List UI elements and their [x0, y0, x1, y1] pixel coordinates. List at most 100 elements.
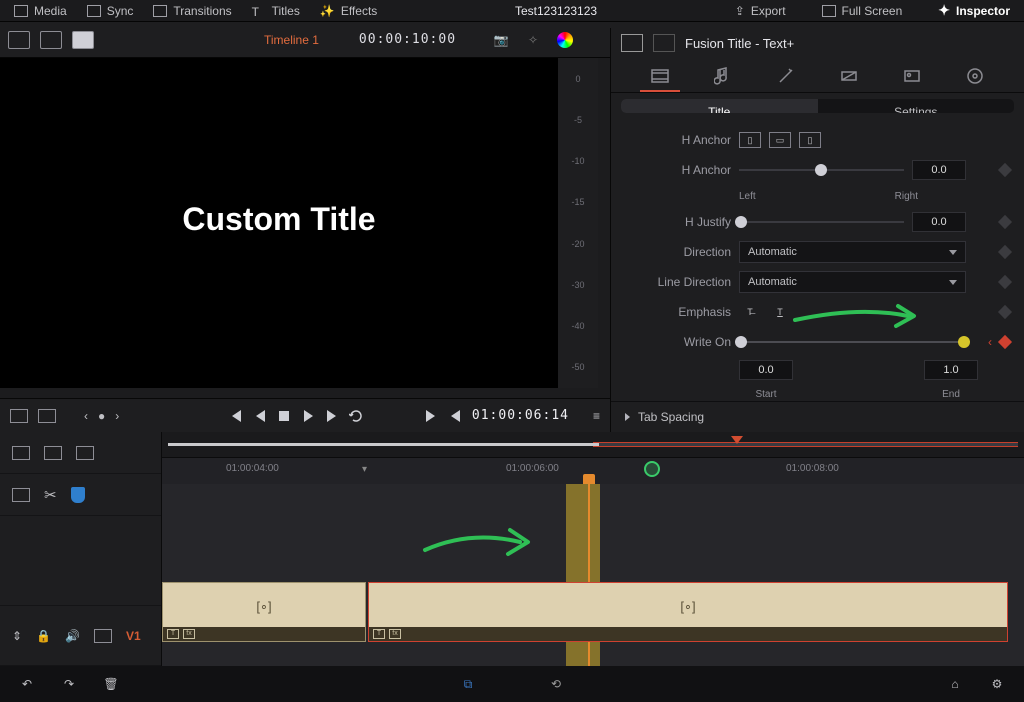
- tl-tool-c-icon[interactable]: [76, 446, 94, 460]
- tl-tool-a-icon[interactable]: [12, 446, 30, 460]
- inspector-properties: H Anchor ▯ ▭ ▯ H Anchor 0.0 Left Right H…: [611, 119, 1024, 401]
- menu-export[interactable]: ⇪Export: [725, 4, 796, 18]
- tl-tool-d-icon[interactable]: [12, 488, 30, 502]
- stop-icon[interactable]: [277, 409, 291, 423]
- audio-meter: 0-5-10-15-20-30-40-50: [558, 58, 598, 388]
- hanchor-right-option[interactable]: ▯: [799, 132, 821, 148]
- hjustify-value[interactable]: 0.0: [912, 212, 966, 232]
- tl-tool-b-icon[interactable]: [44, 446, 62, 460]
- hjustify-keyframe[interactable]: [998, 215, 1012, 229]
- timeline-name[interactable]: Timeline 1: [264, 33, 319, 47]
- direction-dropdown[interactable]: Automatic: [739, 241, 966, 263]
- writeon-start-value[interactable]: 0.0: [739, 360, 793, 380]
- play-icon[interactable]: [301, 409, 315, 423]
- menu-sync[interactable]: Sync: [77, 0, 144, 21]
- line-direction-dropdown[interactable]: Automatic: [739, 271, 966, 293]
- prev-clip-icon[interactable]: [448, 409, 462, 423]
- tab-image[interactable]: [892, 62, 932, 92]
- tab-audio[interactable]: [703, 62, 743, 92]
- undo-icon[interactable]: ↶: [18, 676, 36, 692]
- cut-page-icon[interactable]: ⧉: [459, 676, 477, 692]
- shield-icon[interactable]: [71, 487, 85, 503]
- menu-effects[interactable]: ✨Effects: [310, 0, 387, 21]
- tab-effects[interactable]: [766, 62, 806, 92]
- tool-2-icon[interactable]: [38, 409, 56, 423]
- scrub-strip[interactable]: [162, 432, 1024, 458]
- lock-icon[interactable]: 🔒: [36, 629, 51, 643]
- hanchor-center-option[interactable]: ▭: [769, 132, 791, 148]
- writeon-end-handle[interactable]: [958, 336, 970, 348]
- video-track-icon[interactable]: [94, 629, 112, 643]
- title-clip-1[interactable]: [∘] Tfx: [162, 582, 366, 642]
- hanchor-keyframe[interactable]: [998, 163, 1012, 177]
- color-wheel-icon[interactable]: [554, 29, 576, 51]
- redo-icon[interactable]: ↷: [60, 676, 78, 692]
- clip-thumb2-icon[interactable]: [653, 34, 675, 52]
- hanchor-slider[interactable]: [739, 169, 904, 171]
- marker-dot-icon[interactable]: ●: [98, 409, 105, 423]
- view-mode-2-icon[interactable]: [40, 31, 62, 49]
- viewer-panel[interactable]: Custom Title: [0, 58, 558, 388]
- duration-timecode[interactable]: 00:00:10:00: [359, 32, 456, 47]
- tab-file[interactable]: [955, 62, 995, 92]
- prev-marker-icon[interactable]: ‹: [84, 409, 88, 423]
- go-end-icon[interactable]: [424, 409, 438, 423]
- menu-transitions[interactable]: Transitions: [143, 0, 241, 21]
- view-mode-1-icon[interactable]: [8, 31, 30, 49]
- view-mode-3-icon[interactable]: [72, 31, 94, 49]
- home-icon[interactable]: ⌂: [946, 676, 964, 692]
- title-clip-2[interactable]: [∘] Tfx: [368, 582, 1008, 642]
- next-marker-icon[interactable]: ›: [115, 409, 119, 423]
- snap-icon[interactable]: ⇕: [12, 629, 22, 643]
- hjustify-slider[interactable]: [739, 221, 904, 223]
- loop-icon[interactable]: [349, 409, 363, 423]
- timeline-tracks[interactable]: 01:00:04:00 01:00:06:00 01:00:08:00 ▾ [∘…: [162, 432, 1024, 666]
- playhead-timecode[interactable]: 01:00:06:14: [472, 408, 569, 423]
- menu-media[interactable]: Media: [4, 0, 77, 21]
- scrub-playhead[interactable]: [731, 436, 743, 444]
- preview-title-text: Custom Title: [182, 201, 375, 238]
- writeon-slider[interactable]: [739, 341, 968, 343]
- menu-fullscreen[interactable]: Full Screen: [812, 4, 913, 18]
- tool-1-icon[interactable]: [10, 409, 28, 423]
- clip-thumb-icon[interactable]: [621, 34, 643, 52]
- timeline-sidebar: ✂ ⇕ 🔒 🔊 V1: [0, 432, 162, 666]
- tab-transition[interactable]: [829, 62, 869, 92]
- go-start-icon[interactable]: [229, 409, 243, 423]
- step-back-icon[interactable]: [253, 409, 267, 423]
- linedir-keyframe[interactable]: [998, 275, 1012, 289]
- menu-titles[interactable]: TTitles: [242, 0, 310, 21]
- reel-icon: [966, 67, 984, 85]
- tab-settings[interactable]: Settings: [818, 99, 1015, 113]
- inspector-icon: ✦: [938, 2, 950, 19]
- emphasis-strikethrough[interactable]: T̶: [739, 304, 761, 320]
- loading-icon[interactable]: ⟲: [547, 676, 565, 692]
- writeon-end-value[interactable]: 1.0: [924, 360, 978, 380]
- bypass-fx-icon[interactable]: ✧: [522, 29, 544, 51]
- transport-bar: ‹ ● › 01:00:06:14 ≡: [0, 398, 610, 432]
- prev-keyframe-icon[interactable]: ‹: [988, 335, 992, 349]
- tab-video[interactable]: [640, 62, 680, 92]
- image-icon: [903, 67, 921, 85]
- tab-title[interactable]: Title: [621, 99, 818, 113]
- scissors-icon[interactable]: ✂: [44, 486, 57, 504]
- gear-icon[interactable]: ⚙: [988, 676, 1006, 692]
- trash-icon[interactable]: 🗑: [102, 676, 120, 692]
- direction-keyframe[interactable]: [998, 245, 1012, 259]
- emphasis-underline[interactable]: T: [769, 304, 791, 320]
- step-fwd-icon[interactable]: [325, 409, 339, 423]
- hanchor-left-option[interactable]: ▯: [739, 132, 761, 148]
- camera-icon[interactable]: 📷: [490, 29, 512, 51]
- emphasis-keyframe[interactable]: [998, 305, 1012, 319]
- row-hanchor-slider: H Anchor 0.0: [625, 159, 1010, 181]
- menu-inspector[interactable]: ✦Inspector: [928, 2, 1020, 19]
- tab-spacing-section[interactable]: Tab Spacing: [611, 401, 1024, 432]
- wand-icon: [777, 67, 795, 85]
- hanchor-value[interactable]: 0.0: [912, 160, 966, 180]
- track-label-v1[interactable]: V1: [126, 629, 141, 643]
- writeon-keyframe[interactable]: [998, 335, 1012, 349]
- export-icon: ⇪: [735, 4, 745, 18]
- speaker-track-icon[interactable]: 🔊: [65, 629, 80, 643]
- row-writeon: Write On ‹: [625, 331, 1010, 353]
- menu-icon[interactable]: ≡: [593, 409, 600, 423]
